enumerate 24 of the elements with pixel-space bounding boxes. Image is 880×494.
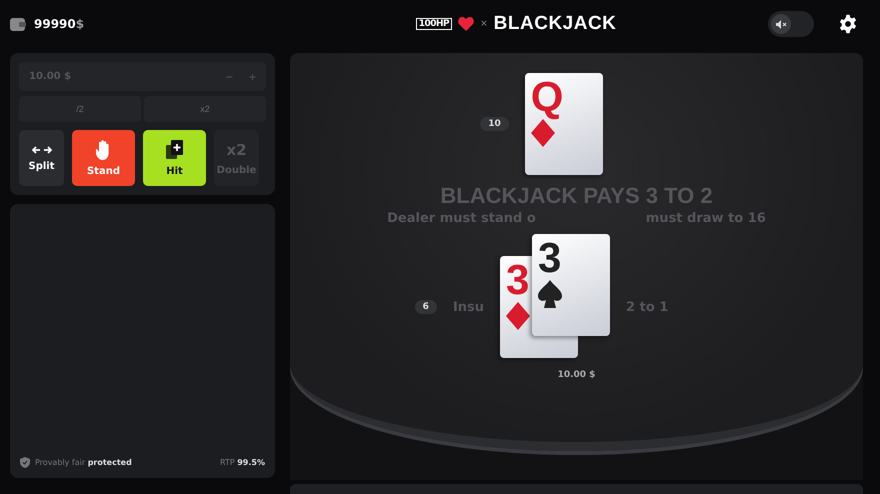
logo-badge: 100HP (416, 18, 452, 30)
playing-card: 3 (532, 234, 610, 336)
insurance-text: Insu (452, 300, 484, 314)
hand-icon (96, 140, 112, 160)
speaker-icon (776, 20, 786, 28)
player-score: 6 (414, 300, 437, 314)
bet-amount: 10.00 $ (558, 370, 596, 380)
hit-button[interactable]: Hit (143, 130, 206, 186)
dealer-score: 10 (480, 117, 509, 131)
game-title: BLACKJACK (494, 13, 616, 35)
fairness-text: Provably fair protected (35, 458, 132, 467)
logo-separator: × (480, 19, 488, 29)
cards-plus-icon (166, 140, 184, 160)
rtp-text: RTP 99.5% (220, 458, 265, 467)
heart-icon (458, 17, 474, 31)
split-button[interactable]: Split (19, 130, 64, 186)
settings-icon[interactable] (838, 14, 858, 34)
stand-button[interactable]: Stand (72, 130, 135, 186)
balance: 99990$ (34, 17, 84, 31)
sound-toggle[interactable] (768, 11, 814, 37)
arrows-icon (32, 144, 52, 154)
playing-card: Q (524, 73, 603, 175)
shield-icon (20, 457, 30, 468)
wallet-icon (10, 17, 26, 31)
